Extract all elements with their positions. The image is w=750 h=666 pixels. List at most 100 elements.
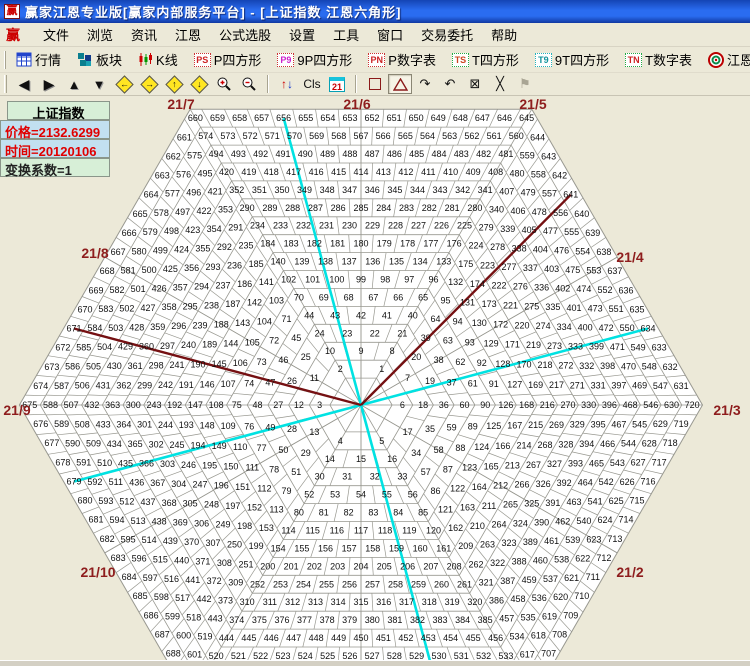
toolbar-button-p-table[interactable]: PNP数字表	[363, 47, 441, 72]
svg-text:397: 397	[611, 381, 626, 391]
direction-label-21-5: 21/5	[519, 97, 546, 112]
svg-text:254: 254	[296, 579, 311, 589]
svg-text:422: 422	[196, 206, 211, 216]
menu-item-gann[interactable]: 江恩	[166, 22, 210, 47]
svg-text:666: 666	[122, 228, 137, 238]
menu-item-news[interactable]: 资讯	[122, 22, 166, 47]
tool-button-step-right[interactable]: →	[137, 74, 161, 94]
svg-text:388: 388	[512, 557, 527, 567]
svg-text:185: 185	[249, 259, 264, 269]
toolbar-button-t-square[interactable]: TST四方形	[447, 47, 524, 72]
tool-button-rotate-cw[interactable]: ↷	[413, 74, 437, 94]
tool-button-nav-up[interactable]: ▲	[62, 74, 86, 94]
tool-button-step-left[interactable]: ←	[112, 74, 136, 94]
svg-text:287: 287	[308, 203, 323, 213]
svg-text:365: 365	[128, 439, 143, 449]
svg-text:130: 130	[472, 318, 487, 328]
menu-item-help[interactable]: 帮助	[482, 22, 526, 47]
menu-item-trade[interactable]: 交易委托	[412, 22, 482, 47]
toolbar-button-9p-square[interactable]: P99P四方形	[272, 47, 357, 72]
tool-button-zoom-in[interactable]	[212, 74, 236, 94]
svg-text:448: 448	[309, 633, 324, 643]
svg-text:279: 279	[479, 223, 494, 233]
toolbar-button-9t-square[interactable]: T99T四方形	[530, 47, 614, 72]
svg-text:62: 62	[455, 357, 465, 367]
svg-text:136: 136	[365, 257, 380, 267]
svg-text:117: 117	[354, 526, 368, 536]
tool-button-cls[interactable]: Cls	[300, 74, 324, 94]
menu-item-settings[interactable]: 设置	[280, 22, 324, 47]
svg-text:518: 518	[186, 612, 201, 622]
svg-text:381: 381	[387, 615, 402, 625]
tool-button-step-up[interactable]: ↑	[162, 74, 186, 94]
tool-button-nav-right[interactable]: ▶	[37, 74, 61, 94]
svg-text:210: 210	[470, 521, 485, 531]
updown-icon: ↑↓	[281, 77, 293, 91]
tool-button-box-select[interactable]: ⊠	[463, 74, 487, 94]
menu-item-window[interactable]: 窗口	[368, 22, 412, 47]
svg-text:115: 115	[306, 526, 320, 536]
svg-text:35: 35	[425, 424, 435, 434]
svg-text:67: 67	[368, 292, 378, 302]
title-bar[interactable]: 赢 赢家江恩专业版[赢家内部服务平台] - [上证指数 江恩六角形]	[0, 0, 750, 23]
svg-text:639: 639	[585, 228, 600, 238]
gann-hexagon-chart[interactable]: 1234567891011121314151617181920212223242…	[0, 97, 750, 660]
svg-text:259: 259	[411, 579, 426, 589]
tool-button-updown[interactable]: ↑↓	[275, 74, 299, 94]
svg-text:403: 403	[544, 264, 559, 274]
svg-text:524: 524	[298, 651, 313, 660]
tool-button-calendar[interactable]: 21	[325, 74, 349, 94]
menu-item-formula-picker[interactable]: 公式选股	[210, 22, 280, 47]
tool-button-shrink[interactable]: ╳	[488, 74, 512, 94]
toolbar-button-p-square[interactable]: PSP四方形	[189, 47, 267, 72]
toolbar-button-t-table[interactable]: TNT数字表	[620, 47, 697, 72]
svg-text:312: 312	[285, 597, 300, 607]
svg-text:324: 324	[513, 518, 528, 528]
toolbar-button-sectors[interactable]: 板块	[72, 47, 127, 72]
svg-text:492: 492	[253, 149, 268, 159]
toolbar-button-kline[interactable]: K线	[133, 47, 183, 72]
svg-text:251: 251	[238, 559, 253, 569]
svg-text:578: 578	[154, 208, 169, 218]
svg-text:531: 531	[454, 651, 469, 660]
tool-button-triangle-tool[interactable]	[388, 74, 412, 94]
tool-button-zoom-out[interactable]	[237, 74, 261, 94]
svg-text:148: 148	[200, 421, 215, 431]
svg-text:69: 69	[319, 292, 329, 302]
svg-text:265: 265	[503, 500, 518, 510]
svg-text:470: 470	[621, 361, 636, 371]
svg-text:512: 512	[119, 497, 134, 507]
svg-text:23: 23	[342, 328, 352, 338]
svg-text:11: 11	[310, 373, 319, 383]
svg-text:274: 274	[536, 321, 551, 331]
tool-button-step-down[interactable]: ↓	[187, 74, 211, 94]
svg-text:160: 160	[413, 543, 428, 553]
svg-text:228: 228	[388, 221, 403, 231]
tool-button-nav-left[interactable]: ◀	[12, 74, 36, 94]
tool-button-rect-tool[interactable]	[363, 74, 387, 94]
svg-text:474: 474	[576, 284, 591, 294]
svg-text:425: 425	[163, 264, 178, 274]
svg-text:101: 101	[305, 275, 320, 285]
svg-text:645: 645	[519, 113, 534, 123]
svg-text:190: 190	[190, 360, 205, 370]
diamond-left-icon: ←	[115, 75, 133, 93]
menu-item-tools[interactable]: 工具	[324, 22, 368, 47]
toolbar-grip[interactable]	[4, 51, 6, 69]
svg-text:536: 536	[532, 593, 547, 603]
svg-text:123: 123	[462, 463, 477, 473]
svg-text:379: 379	[342, 615, 357, 625]
toolbar-button-quotes[interactable]: 行情	[11, 47, 66, 72]
menu-item-browse[interactable]: 浏览	[78, 22, 122, 47]
svg-text:220: 220	[514, 320, 529, 330]
tool-button-rotate-ccw[interactable]: ↶	[438, 74, 462, 94]
menu-item-file[interactable]: 文件	[34, 22, 78, 47]
svg-text:707: 707	[541, 649, 556, 659]
svg-text:43: 43	[330, 310, 340, 320]
toolbar-button-gann-wheel[interactable]: 江恩轮	[703, 47, 750, 72]
svg-text:19: 19	[425, 376, 435, 386]
toolbar-grip[interactable]	[4, 75, 7, 93]
toolbar-label-p-table: P数字表	[388, 50, 436, 69]
svg-text:402: 402	[555, 284, 570, 294]
tool-button-nav-down[interactable]: ▼	[87, 74, 111, 94]
